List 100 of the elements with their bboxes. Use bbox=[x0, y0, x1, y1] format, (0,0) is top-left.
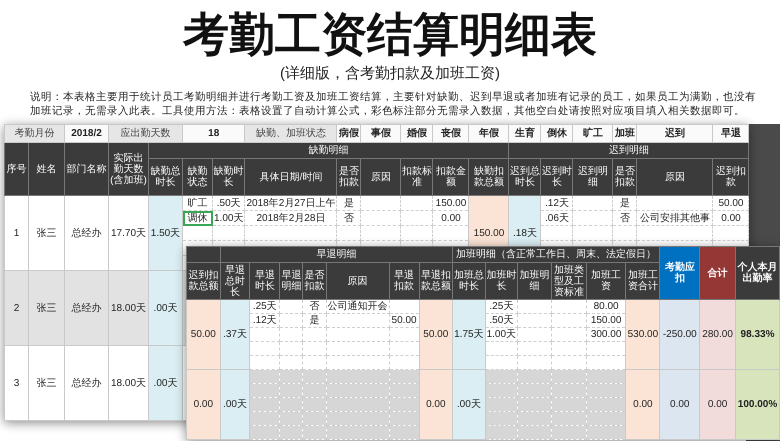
group-header: 加班明细（含正常工作日、周末、法定假日） bbox=[452, 246, 660, 262]
table-cell bbox=[485, 398, 518, 412]
column-header: 是否扣款 bbox=[336, 158, 361, 196]
table-cell: 0.00 bbox=[626, 370, 660, 440]
table-cell bbox=[280, 412, 303, 426]
table-cell: .37天 bbox=[220, 300, 250, 370]
table-cell: 300.00 bbox=[586, 328, 626, 342]
table-cell: .06天 bbox=[540, 210, 573, 226]
table-cell bbox=[586, 384, 626, 398]
column-header: 迟到时长 bbox=[540, 158, 573, 196]
column-header: 迟到总时长 bbox=[508, 158, 541, 196]
table-cell: 1.50天 bbox=[148, 196, 182, 270]
table-cell: 1.00天 bbox=[485, 328, 518, 342]
info-value: 旷工 bbox=[572, 124, 613, 142]
info-value: 迟到 bbox=[636, 124, 713, 142]
table-cell: 0.00 bbox=[186, 370, 220, 440]
table-cell: .25天 bbox=[250, 300, 280, 314]
table-cell: 是 bbox=[612, 196, 637, 210]
column-header: 序号 bbox=[4, 142, 28, 196]
table-cell: 否 bbox=[336, 210, 361, 226]
table-cell bbox=[389, 370, 419, 384]
info-value: 丧假 bbox=[432, 124, 469, 142]
table-cell: -250.00 bbox=[660, 300, 700, 370]
table-cell bbox=[302, 398, 326, 412]
column-header: 缺勤总时长 bbox=[148, 158, 182, 196]
table-cell bbox=[389, 384, 419, 398]
column-header: 考勤应扣 bbox=[660, 246, 700, 300]
table-cell: 调休 bbox=[182, 210, 212, 226]
table-cell: 530.00 bbox=[626, 300, 660, 370]
table-cell bbox=[518, 426, 552, 440]
table-cell: 是 bbox=[336, 196, 361, 210]
column-header: 具体日期/时间 bbox=[244, 158, 337, 196]
table-cell: 0.00 bbox=[419, 370, 453, 440]
table-cell bbox=[302, 384, 326, 398]
table-cell bbox=[552, 384, 586, 398]
table-cell bbox=[280, 426, 303, 440]
table-cell bbox=[389, 426, 419, 440]
table-cell bbox=[326, 426, 390, 440]
column-header: 缺勤扣款总额 bbox=[468, 158, 509, 196]
table-cell: .12天 bbox=[540, 196, 573, 210]
table-cell: .00天 bbox=[148, 346, 182, 420]
table-cell bbox=[586, 412, 626, 426]
column-header: 加班类型及工资标准 bbox=[552, 262, 586, 300]
table-cell: 2018年2月28日 bbox=[244, 210, 337, 226]
group-header: 迟到明细 bbox=[508, 142, 749, 158]
table-cell: .00天 bbox=[148, 270, 182, 346]
table-cell: 旷工 bbox=[182, 196, 212, 210]
column-header: 是否扣款 bbox=[612, 158, 637, 196]
column-header: 加班时长 bbox=[485, 262, 518, 300]
table-cell: 50.00 bbox=[186, 300, 220, 370]
column-header: 实际出勤天数(含加班) bbox=[108, 142, 148, 196]
table-cell: 公司通知开会 bbox=[326, 300, 390, 314]
table-cell bbox=[518, 398, 552, 412]
table-cell bbox=[389, 398, 419, 412]
column-header: 原因 bbox=[360, 158, 401, 196]
column-header: 合计 bbox=[700, 246, 736, 300]
table-cell bbox=[250, 426, 280, 440]
table-cell: 0.00 bbox=[700, 370, 736, 440]
info-value: 早退 bbox=[712, 124, 749, 142]
table-cell: 1 bbox=[4, 196, 28, 270]
table-cell: 2018年2月27日上午 bbox=[244, 196, 337, 210]
table-cell: 280.00 bbox=[700, 300, 736, 370]
column-header: 个人本月出勤率 bbox=[736, 246, 780, 300]
info-value: 病假 bbox=[336, 124, 361, 142]
group-header: 缺勤明细 bbox=[148, 142, 509, 158]
table-cell bbox=[250, 398, 280, 412]
table-cell: 否 bbox=[302, 300, 326, 314]
column-header: 部门名称 bbox=[64, 142, 108, 196]
table-cell bbox=[586, 370, 626, 384]
info-value: 2018/2 bbox=[64, 124, 108, 142]
column-header: 扣款标准 bbox=[400, 158, 433, 196]
column-header: 加班工资 bbox=[586, 262, 626, 300]
table-cell: 张三 bbox=[28, 346, 64, 420]
table-cell: 50.00 bbox=[389, 314, 419, 328]
table-cell bbox=[485, 426, 518, 440]
info-value: 生育 bbox=[508, 124, 541, 142]
info-value: 加班 bbox=[612, 124, 637, 142]
column-header: 早退总时长 bbox=[220, 262, 250, 300]
table-cell bbox=[280, 398, 303, 412]
table-cell: 公司安排其他事 bbox=[636, 210, 713, 226]
page-title: 考勤工资结算明细表 bbox=[182, 7, 598, 62]
table-cell bbox=[586, 398, 626, 412]
table-cell: 1.75天 bbox=[452, 300, 486, 370]
table-cell: 50.00 bbox=[419, 300, 453, 370]
table-cell bbox=[280, 384, 303, 398]
table-cell: .25天 bbox=[485, 300, 518, 314]
table-cell: 否 bbox=[612, 210, 637, 226]
table-cell: 总经办 bbox=[64, 270, 108, 346]
table-cell: .50天 bbox=[212, 196, 245, 210]
column-header: 早退明细 bbox=[280, 262, 303, 300]
table-cell: 2 bbox=[4, 270, 28, 346]
table-cell bbox=[326, 384, 390, 398]
column-header: 缺勤时长 bbox=[212, 158, 245, 196]
table-cell: 18.00天 bbox=[108, 270, 148, 346]
table-cell bbox=[552, 412, 586, 426]
info-label: 缺勤、加班状态 bbox=[244, 124, 337, 142]
column-header: 姓名 bbox=[28, 142, 64, 196]
table-cell: 0.00 bbox=[660, 370, 700, 440]
table-cell bbox=[250, 412, 280, 426]
table-cell: 150.00 bbox=[586, 314, 626, 328]
